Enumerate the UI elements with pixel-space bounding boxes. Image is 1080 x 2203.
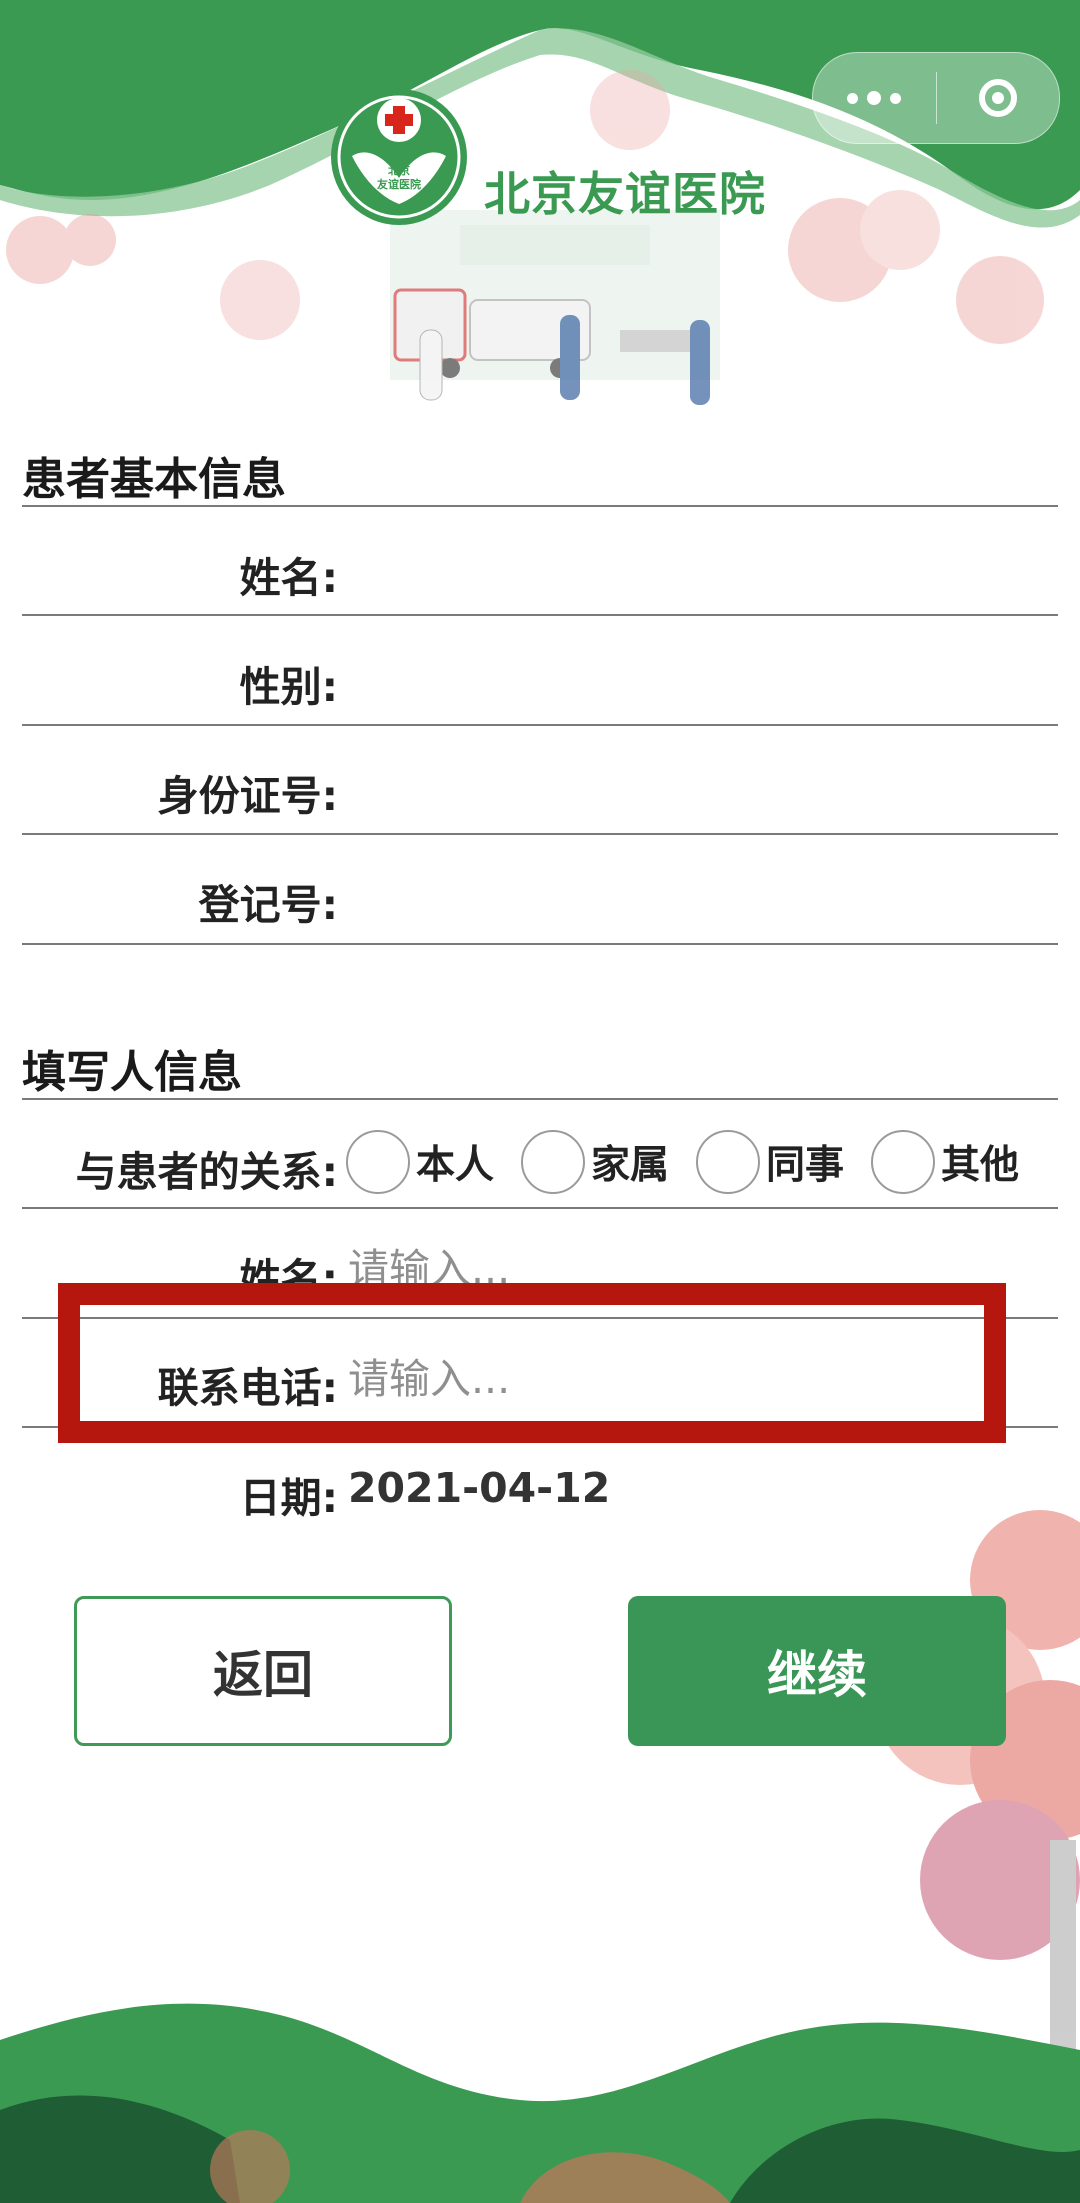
divider — [22, 833, 1058, 835]
divider — [22, 943, 1058, 945]
logo-emblem-text-1: 北京 — [388, 163, 410, 177]
more-dots-icon — [847, 91, 902, 105]
hospital-name: 北京友谊医院 — [484, 167, 766, 221]
date-value: 2021-04-12 — [348, 1464, 611, 1512]
more-button[interactable] — [813, 53, 936, 143]
radio-circle-icon[interactable] — [521, 1130, 585, 1194]
back-button[interactable]: 返回 — [74, 1596, 452, 1746]
target-circle-icon — [978, 79, 1017, 117]
relation-option-label: 其他 — [941, 1143, 1020, 1188]
divider — [22, 1207, 1058, 1209]
radio-circle-icon[interactable] — [346, 1130, 410, 1194]
relation-option-label: 家属 — [591, 1143, 670, 1188]
relation-option-label: 同事 — [766, 1143, 845, 1188]
radio-circle-icon[interactable] — [871, 1130, 935, 1194]
patient-id-number-label: 身份证号: — [157, 772, 338, 820]
patient-registration-label: 登记号: — [198, 881, 338, 929]
close-miniprogram-button[interactable] — [937, 53, 1060, 143]
divider — [22, 614, 1058, 616]
relation-option-self[interactable]: 本人 — [346, 1130, 494, 1194]
patient-section-title: 患者基本信息 — [22, 454, 286, 505]
relation-label: 与患者的关系: — [75, 1148, 338, 1196]
filler-section-title: 填写人信息 — [22, 1047, 242, 1098]
relation-option-other[interactable]: 其他 — [871, 1130, 1019, 1194]
highlight-box — [58, 1283, 1006, 1443]
divider — [22, 505, 1058, 507]
background-illustration — [0, 0, 1080, 2203]
date-label: 日期: — [239, 1474, 338, 1522]
relation-option-colleague[interactable]: 同事 — [696, 1130, 844, 1194]
relation-option-family[interactable]: 家属 — [521, 1130, 669, 1194]
logo-emblem-text-2: 友谊医院 — [377, 177, 421, 191]
divider — [22, 724, 1058, 726]
hospital-logo-icon: 北京 友谊医院 — [331, 89, 467, 225]
patient-gender-label: 性别: — [239, 663, 338, 711]
miniprogram-capsule — [812, 52, 1060, 144]
divider — [22, 1098, 1058, 1100]
patient-name-label: 姓名: — [239, 554, 338, 602]
continue-button[interactable]: 继续 — [628, 1596, 1006, 1746]
radio-circle-icon[interactable] — [696, 1130, 760, 1194]
relation-option-label: 本人 — [416, 1143, 495, 1188]
